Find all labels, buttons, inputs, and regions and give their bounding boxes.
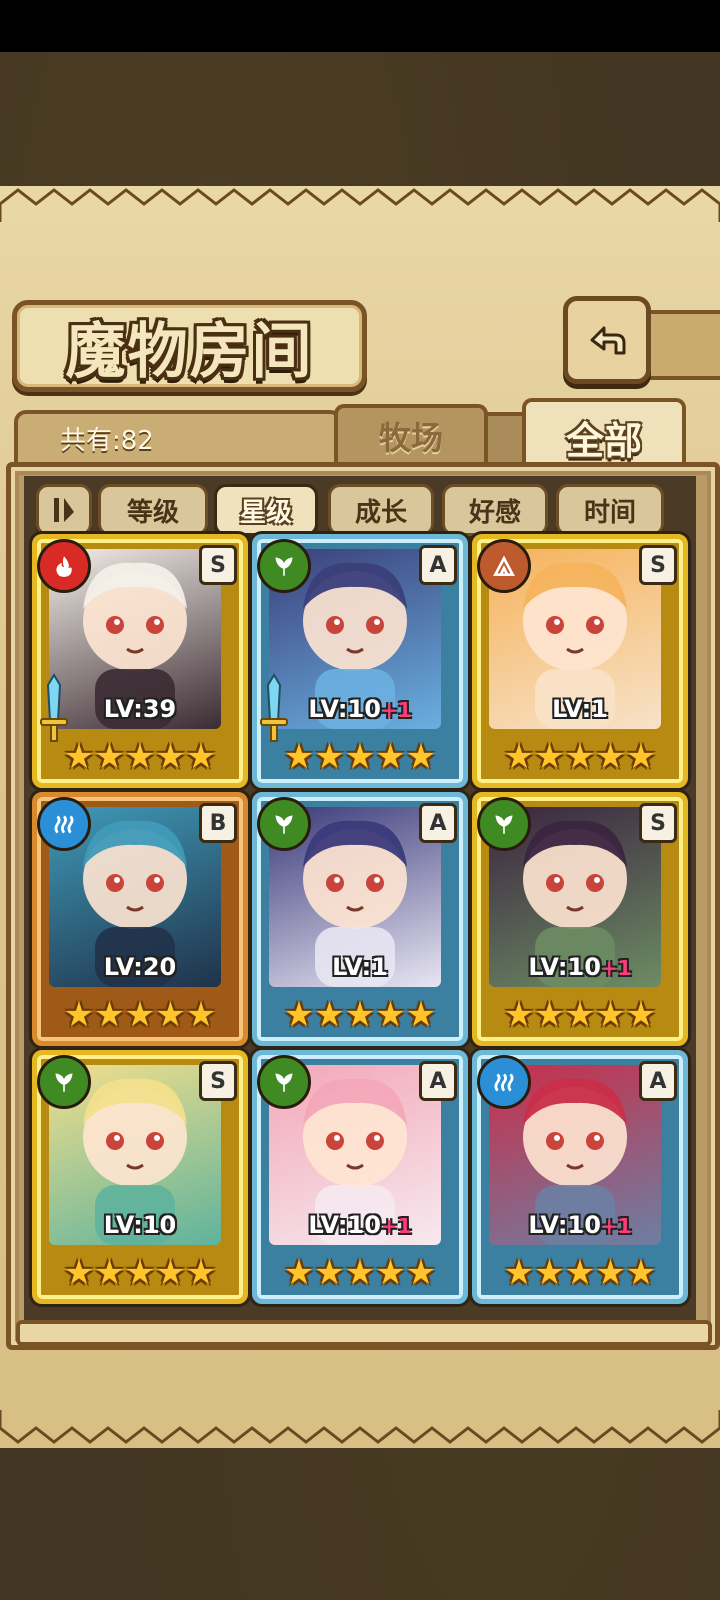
sort-time-button[interactable]: 时间 — [556, 484, 664, 536]
star-icon: ★★★★★ — [283, 1253, 437, 1293]
star-rating: ★★★★★ — [63, 995, 217, 1035]
wood-element-icon — [257, 539, 311, 593]
monster-level: LV:39 — [103, 695, 177, 723]
list-bottom-bar — [16, 1320, 712, 1346]
star-icon: ★★★★★ — [503, 1253, 657, 1293]
star-rating: ★★★★★ — [63, 737, 217, 777]
return-arrow-icon — [590, 326, 626, 355]
monster-card[interactable]: A LV:10+1 ★★★★★ — [472, 1050, 688, 1304]
tab-all[interactable]: 全部 — [522, 398, 686, 472]
rank-badge: B — [199, 803, 237, 843]
wood-element-icon — [257, 797, 311, 851]
monster-count: 共有:82 — [60, 426, 154, 456]
star-icon: ★★★★★ — [63, 1253, 217, 1293]
panel-zigzag-bottom — [0, 1410, 720, 1444]
rank-badge: A — [419, 803, 457, 843]
water-element-icon — [37, 797, 91, 851]
star-icon: ★★★★★ — [503, 737, 657, 777]
monster-level: LV:1 — [332, 953, 388, 981]
monster-card[interactable]: B LV:20 ★★★★★ — [32, 792, 248, 1046]
water-element-icon — [477, 1055, 531, 1109]
monster-card[interactable]: S LV:1 ★★★★★ — [472, 534, 688, 788]
monster-level: LV:20 — [103, 953, 177, 981]
star-icon: ★★★★★ — [63, 995, 217, 1035]
sort-growth-button[interactable]: 成长 — [328, 484, 434, 536]
page-title: 魔物房间 — [65, 316, 314, 387]
star-rating: ★★★★★ — [503, 995, 657, 1035]
title-plaque: 魔物房间 — [12, 300, 367, 392]
monster-level: LV:10+1 — [308, 695, 412, 723]
sort-level-button[interactable]: 等级 — [98, 484, 208, 536]
earth-element-icon — [477, 539, 531, 593]
rank-badge: S — [639, 545, 677, 585]
star-rating: ★★★★★ — [63, 1253, 217, 1293]
star-rating: ★★★★★ — [283, 1253, 437, 1293]
wood-element-icon — [37, 1055, 91, 1109]
star-icon: ★★★★★ — [63, 737, 217, 777]
monster-level: LV:10+1 — [528, 1211, 632, 1239]
monster-card[interactable]: A LV:10+1 ★★★★★ — [252, 534, 468, 788]
monster-card[interactable]: A LV:10+1 ★★★★★ — [252, 1050, 468, 1304]
monster-card[interactable]: S LV:10 ★★★★★ — [32, 1050, 248, 1304]
monster-card[interactable]: A LV:1 ★★★★★ — [252, 792, 468, 1046]
star-rating: ★★★★★ — [283, 737, 437, 777]
fire-element-icon — [37, 539, 91, 593]
sort-affection-button[interactable]: 好感 — [442, 484, 548, 536]
tab-ranch[interactable]: 牧场 — [334, 404, 488, 464]
back-button[interactable] — [563, 296, 651, 384]
monster-card[interactable]: S LV:10+1 ★★★★★ — [472, 792, 688, 1046]
star-icon: ★★★★★ — [283, 995, 437, 1035]
status-bar — [0, 0, 720, 52]
monster-level: LV:10+1 — [308, 1211, 412, 1239]
panel-zigzag-top — [0, 188, 720, 222]
wood-element-icon — [477, 797, 531, 851]
rank-badge: S — [639, 803, 677, 843]
sort-order-icon — [54, 498, 74, 522]
sort-star-button[interactable]: 星级 — [214, 484, 318, 536]
rank-badge: S — [199, 545, 237, 585]
rank-badge: A — [639, 1061, 677, 1101]
monster-level: LV:10+1 — [528, 953, 632, 981]
monster-level: LV:1 — [552, 695, 608, 723]
sort-order-toggle[interactable] — [36, 484, 92, 536]
rank-badge: S — [199, 1061, 237, 1101]
star-icon: ★★★★★ — [503, 995, 657, 1035]
rank-badge: A — [419, 1061, 457, 1101]
star-rating: ★★★★★ — [503, 737, 657, 777]
wood-element-icon — [257, 1055, 311, 1109]
star-icon: ★★★★★ — [283, 737, 437, 777]
star-rating: ★★★★★ — [283, 995, 437, 1035]
rank-badge: A — [419, 545, 457, 585]
star-rating: ★★★★★ — [503, 1253, 657, 1293]
monster-level: LV:10 — [103, 1211, 177, 1239]
monster-card[interactable]: S LV:39 ★★★★★ — [32, 534, 248, 788]
